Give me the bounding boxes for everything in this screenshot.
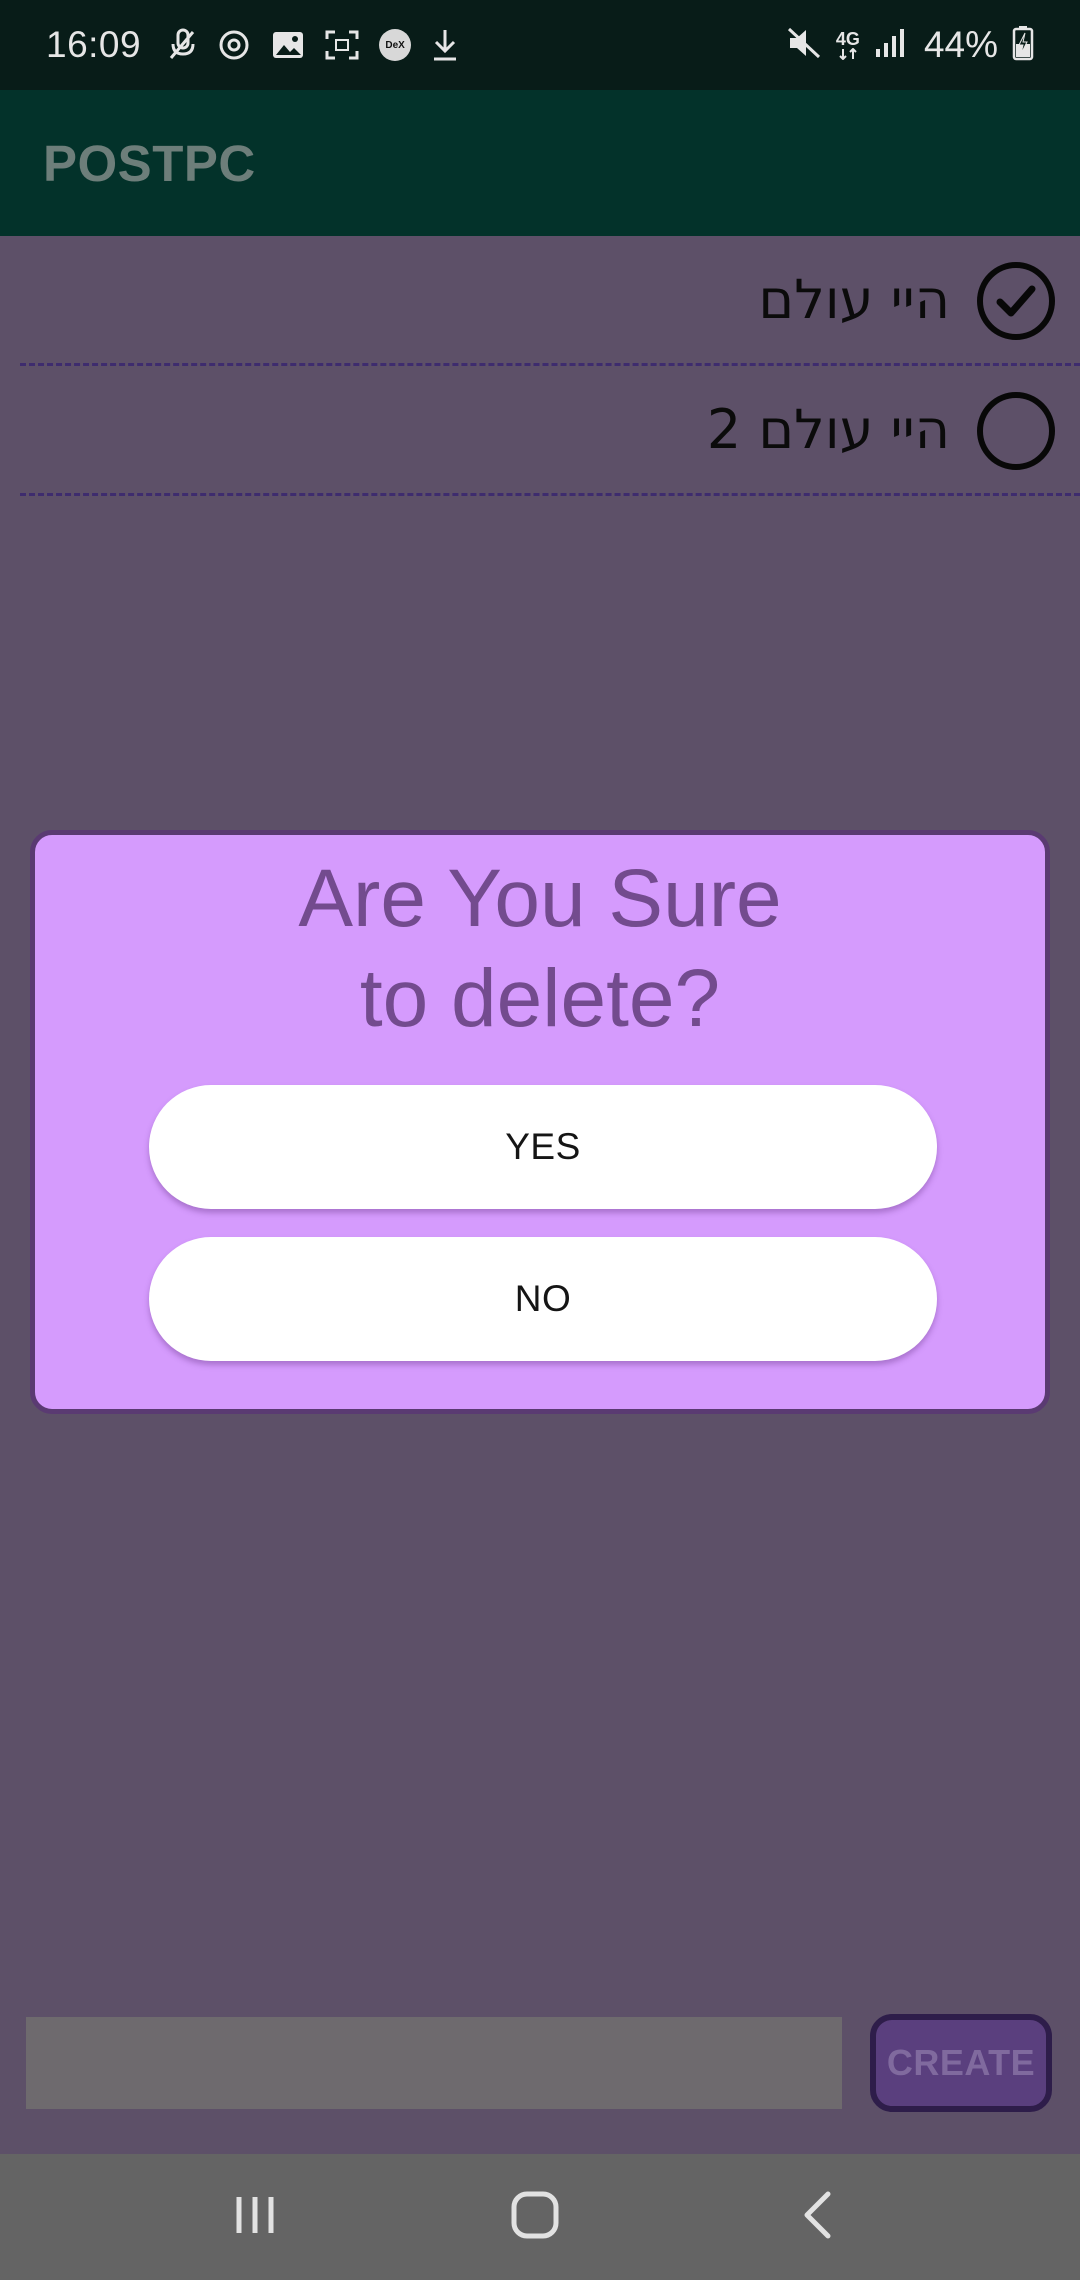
- unchecked-circle-icon[interactable]: [977, 392, 1055, 470]
- todo-text: היי עולם: [758, 268, 950, 331]
- yes-button[interactable]: YES: [149, 1085, 937, 1209]
- dialog-title: Are You Sure to delete?: [35, 849, 1045, 1049]
- home-button[interactable]: [455, 2154, 615, 2280]
- todo-item[interactable]: היי עולם: [20, 236, 1080, 366]
- back-icon: [800, 2190, 834, 2245]
- app-bar: POSTPC: [0, 90, 1080, 236]
- recent-apps-button[interactable]: [175, 2154, 335, 2280]
- todo-item[interactable]: היי עולם 2: [20, 366, 1080, 496]
- create-button[interactable]: CREATE: [870, 2014, 1052, 2112]
- back-button[interactable]: [737, 2154, 897, 2280]
- network-type-label: 4G: [835, 29, 860, 49]
- status-time: 16:09: [46, 24, 142, 65]
- sync-icon: [217, 28, 251, 62]
- delete-confirmation-dialog: Are You Sure to delete? YES NO: [30, 830, 1050, 1414]
- network-4g-icon: 4G: [836, 30, 860, 60]
- image-icon: [271, 30, 305, 60]
- status-bar: 16:09 DeX 4G 44%: [0, 0, 1080, 90]
- signal-icon: [874, 27, 906, 64]
- microphone-off-icon: [167, 28, 197, 62]
- dex-icon: DeX: [379, 29, 412, 61]
- no-button[interactable]: NO: [149, 1237, 937, 1361]
- screenshot-icon: [325, 30, 359, 60]
- navigation-bar: [0, 2154, 1080, 2280]
- mute-icon: [786, 26, 822, 65]
- recent-apps-icon: [233, 2193, 277, 2242]
- battery-charging-icon: [1012, 25, 1034, 66]
- checked-circle-icon[interactable]: [977, 262, 1055, 340]
- system-status-icons: 4G 44%: [786, 24, 1034, 66]
- new-task-input[interactable]: [26, 2017, 842, 2109]
- dialog-title-line-1: Are You Sure: [298, 853, 782, 944]
- home-icon: [510, 2190, 560, 2245]
- battery-percentage: 44%: [923, 24, 998, 65]
- app-title: POSTPC: [43, 134, 256, 192]
- download-icon: [431, 28, 459, 62]
- todo-text: היי עולם 2: [706, 398, 950, 461]
- dialog-title-line-2: to delete?: [359, 953, 721, 1044]
- notification-icons: DeX: [167, 28, 459, 62]
